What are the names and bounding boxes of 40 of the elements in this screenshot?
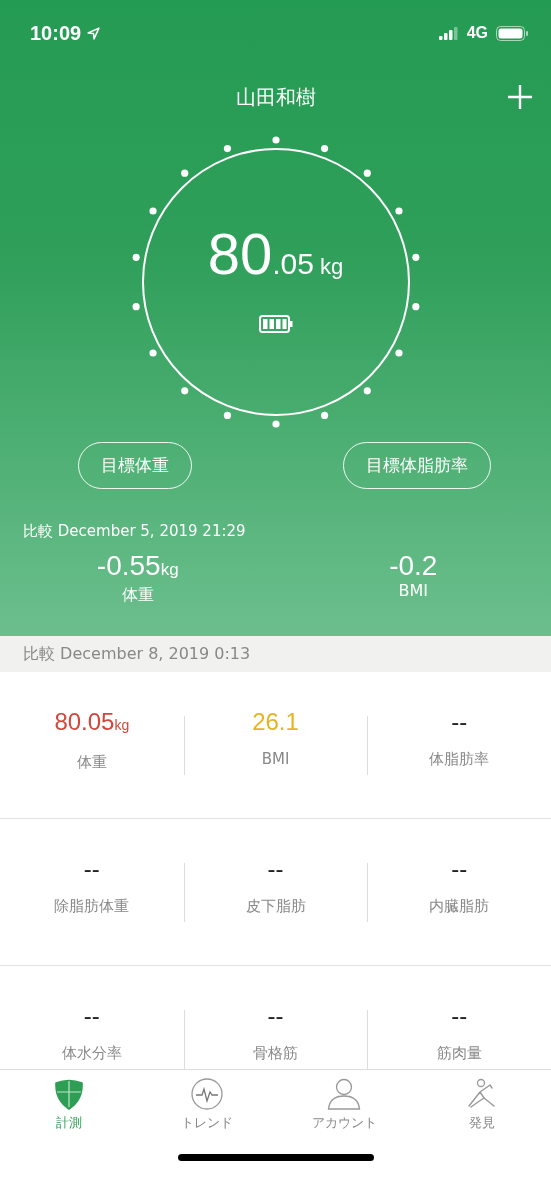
person-icon bbox=[327, 1078, 362, 1110]
difference-label: 体重 bbox=[121, 585, 154, 606]
metric-label: 内臓脂肪 bbox=[429, 897, 490, 916]
metric-value: -- bbox=[451, 855, 468, 883]
tab[interactable]: アカウント bbox=[275, 1078, 414, 1150]
section-header: 比較 December 8, 2019 0:13 bbox=[0, 636, 551, 672]
difference-value: -0.2 bbox=[389, 551, 438, 581]
metric-value: -- bbox=[451, 1002, 468, 1030]
signal-icon bbox=[438, 26, 459, 40]
network-label: 4G bbox=[466, 24, 488, 42]
metric-label: 骨格筋 bbox=[253, 1044, 298, 1063]
metric-value: -- bbox=[267, 855, 284, 883]
status-time: 10:09 bbox=[30, 21, 82, 45]
metric-value: -- bbox=[267, 1002, 284, 1030]
metric-value: -- bbox=[83, 855, 100, 883]
user-name: 山田和樹 bbox=[235, 83, 316, 111]
metric-label: 体脂肪率 bbox=[429, 750, 490, 769]
metric-value: 80.05kg bbox=[54, 708, 130, 737]
comparison-date: 比較 December 5, 2019 21:29 bbox=[23, 522, 247, 541]
difference-label: BMI bbox=[398, 581, 428, 600]
difference-value: -0.55kg bbox=[96, 551, 179, 583]
tab[interactable]: 発見 bbox=[413, 1078, 551, 1150]
metric-value: -- bbox=[451, 708, 468, 736]
location-arrow-icon bbox=[87, 26, 101, 40]
weight-reading: 80.05 kg bbox=[207, 219, 344, 287]
pulse-icon bbox=[190, 1078, 223, 1110]
metric-label: BMI bbox=[261, 750, 290, 768]
battery-icon bbox=[496, 25, 529, 41]
metric-label: 筋肉量 bbox=[436, 1044, 482, 1063]
add-icon[interactable] bbox=[507, 84, 533, 110]
metric-value: -- bbox=[83, 1002, 100, 1030]
shield-icon bbox=[52, 1078, 85, 1110]
tab[interactable]: 計測 bbox=[0, 1078, 138, 1150]
metric-label: 除脂肪体重 bbox=[54, 897, 130, 916]
metric-label: 体水分率 bbox=[61, 1044, 122, 1063]
metric-label: 体重 bbox=[76, 753, 107, 772]
metric-label: 皮下脂肪 bbox=[245, 897, 306, 916]
battery-icon bbox=[258, 314, 293, 333]
metric-value: 26.1 bbox=[252, 708, 299, 736]
tab[interactable]: トレンド bbox=[137, 1078, 276, 1150]
